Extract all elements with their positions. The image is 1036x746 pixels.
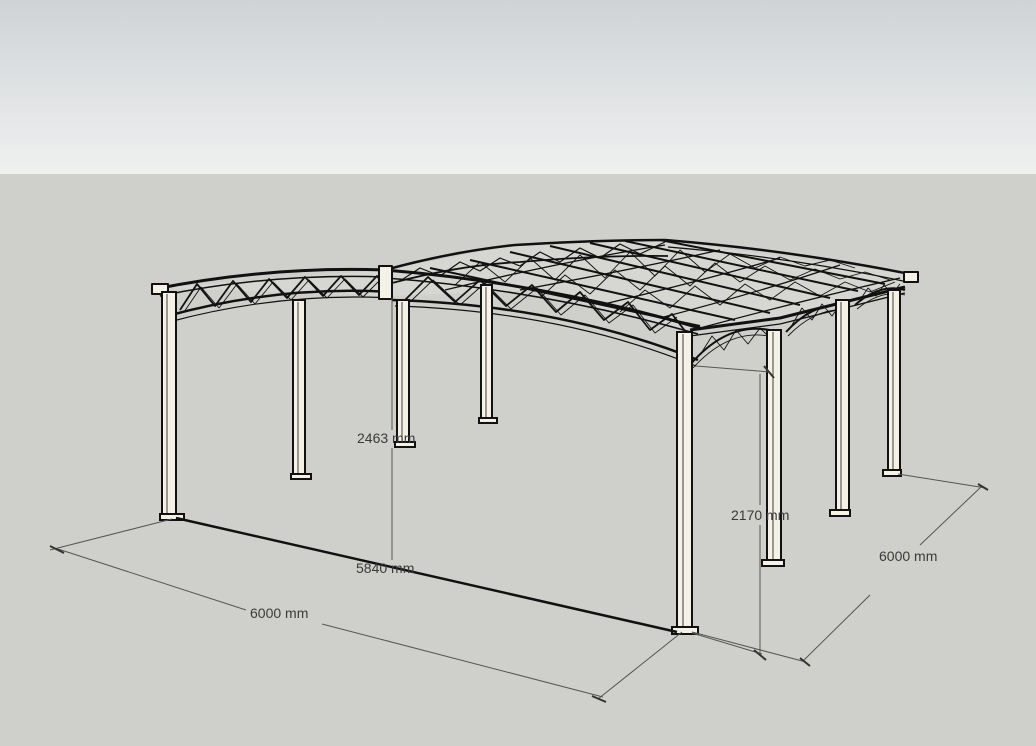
- column-rear-1: [292, 299, 306, 477]
- column-right-2: [835, 299, 850, 513]
- gable-ridge-cap: [378, 265, 393, 300]
- column-rear-2: [480, 284, 493, 422]
- dim-ridge-height: 2463 mm: [357, 430, 415, 446]
- column-front-right: [676, 331, 693, 630]
- carport-scene: 6000 mm 6000 mm 2463 mm 5840 mm 2170 mm: [0, 0, 1036, 746]
- dim-side-depth: 6000 mm: [879, 548, 937, 564]
- column-front-left: [161, 291, 177, 517]
- dim-front-width: 6000 mm: [250, 605, 308, 621]
- dim-span-length: 5840 mm: [356, 560, 414, 576]
- column-right-3: [887, 289, 901, 474]
- sky: [0, 0, 1036, 174]
- column-gable: [396, 299, 410, 445]
- dim-eave-height: 2170 mm: [731, 507, 789, 523]
- column-right-1: [766, 329, 782, 563]
